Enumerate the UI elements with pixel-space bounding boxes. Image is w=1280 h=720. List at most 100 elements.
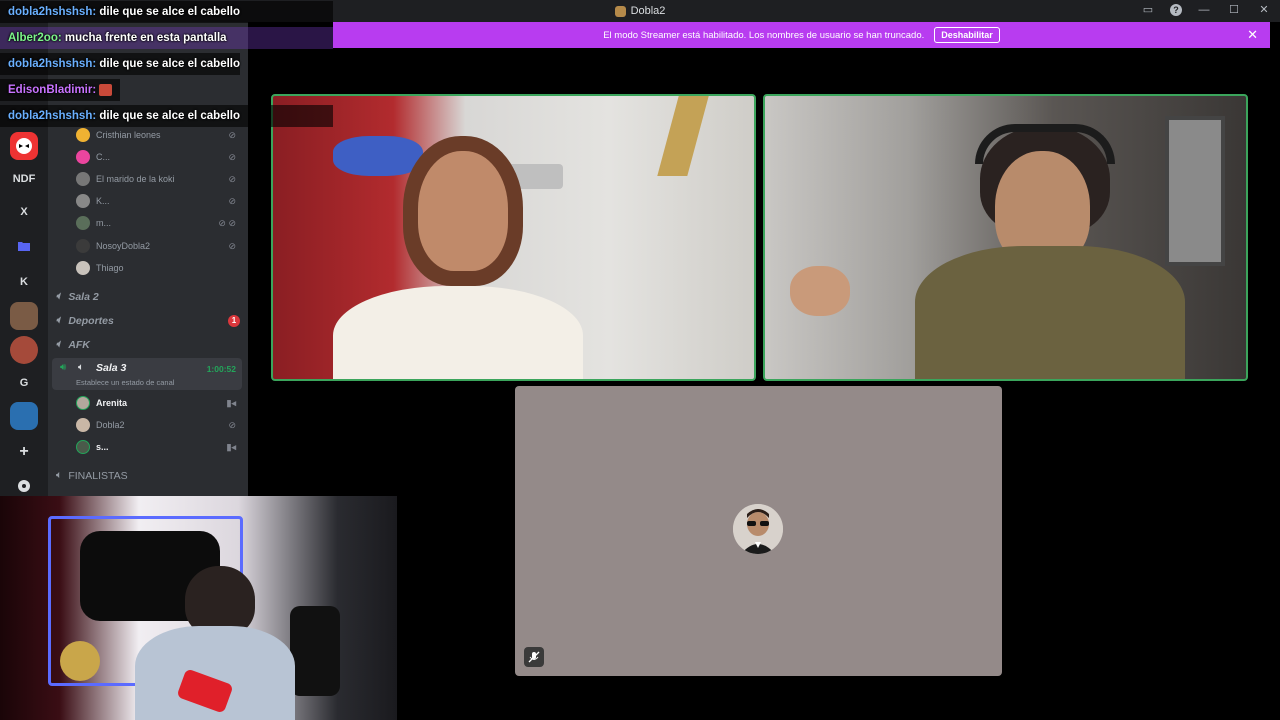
window-title: Dobla2 xyxy=(614,5,666,17)
channel-name: FINALISTAS xyxy=(68,469,128,482)
close-icon[interactable]: ✕ xyxy=(1256,3,1272,16)
voice-user-name: Thiago xyxy=(96,263,124,273)
server-avatar-icon[interactable] xyxy=(10,336,38,364)
avatar xyxy=(76,239,90,253)
voice-user[interactable]: s... ▮◂ xyxy=(76,438,244,456)
video-tile-participant-1[interactable] xyxy=(271,94,756,381)
speaker-icon: 🔈︎ xyxy=(56,314,63,326)
voice-user[interactable]: m... ⊘ ⊘ xyxy=(76,214,244,232)
decor-blue-toy xyxy=(333,136,423,176)
speaker-icon: 🔈︎ xyxy=(78,362,84,373)
chat-message: dobla2hshshsh: dile que se alce el cabel… xyxy=(8,58,240,70)
chat-text: dile que se alce el cabello xyxy=(99,110,241,122)
minimize-icon[interactable]: — xyxy=(1196,4,1212,16)
voice-channel-deportes[interactable]: 🔈︎ Deportes 1 xyxy=(56,314,240,327)
voice-user-name: Dobla2 xyxy=(96,420,125,430)
window-title-text: Dobla2 xyxy=(630,5,666,17)
speaker-icon: 🔈︎ xyxy=(56,338,63,350)
camera-icon: ▮◂ xyxy=(226,441,236,452)
decor-window xyxy=(1165,116,1225,266)
chat-username: EdisonBladimir: xyxy=(8,84,97,97)
voice-user[interactable]: Arenita ▮◂ xyxy=(76,394,244,412)
emote-icon xyxy=(99,84,113,96)
server-avatar-icon[interactable] xyxy=(10,402,38,430)
camera-icon: ▮◂ xyxy=(226,397,236,408)
deafened-icon: ⊘ xyxy=(228,173,236,184)
deafened-icon: ⊘ xyxy=(228,151,236,162)
streamer-facecam xyxy=(0,496,397,720)
unread-badge: 1 xyxy=(228,314,240,327)
chat-text: mucha frente en esta pantalla xyxy=(64,32,227,44)
help-icon[interactable]: ? xyxy=(1170,3,1182,16)
folder-icon[interactable] xyxy=(10,232,38,260)
voice-user-name: NosoyDobla2 xyxy=(96,241,151,251)
server-g[interactable]: G xyxy=(10,369,38,397)
participant-face xyxy=(418,151,508,271)
chat-text: dile que se alce el cabello xyxy=(99,6,241,18)
screen-share-icon[interactable]: ▭ xyxy=(1140,3,1156,16)
voice-channel-sala-2[interactable]: 🔈︎ Sala 2 xyxy=(56,290,99,303)
channel-name: AFK xyxy=(68,338,90,351)
voice-channel-sala-3[interactable]: 🔊︎ 🔈︎ Sala 3 1:00:52 Establece un estado… xyxy=(52,358,242,390)
voice-channel-finalistas[interactable]: 🔈︎ FINALISTAS xyxy=(56,469,128,482)
avatar xyxy=(76,172,90,186)
channel-name: Sala 2 xyxy=(68,290,99,303)
chat-message: dobla2hshshsh: dile que se alce el cabel… xyxy=(8,6,240,18)
speaker-icon: 🔈︎ xyxy=(56,290,63,302)
voice-user-name: K... xyxy=(96,196,110,206)
banner-close-icon[interactable]: ✕ xyxy=(1247,27,1258,43)
video-tile-participant-2[interactable] xyxy=(763,94,1248,381)
video-tile-participant-3[interactable] xyxy=(515,386,1002,676)
spiderman-server-icon[interactable] xyxy=(10,132,38,160)
voice-user[interactable]: Dobla2 ⊘ xyxy=(76,416,244,434)
deafened-icon: ⊘ xyxy=(228,419,236,430)
channel-status[interactable]: Establece un estado de canal xyxy=(76,378,174,387)
server-avatar-icon[interactable] xyxy=(10,302,38,330)
muted-mic-icon xyxy=(524,647,544,667)
speaker-icon: 🔈︎ xyxy=(56,469,63,481)
voice-user[interactable]: Thiago xyxy=(76,259,244,277)
voice-user[interactable]: Cristhian leones ⊘ xyxy=(76,126,244,144)
app-icon xyxy=(614,5,626,17)
avatar xyxy=(76,150,90,164)
disable-streamer-mode-button[interactable]: Deshabilitar xyxy=(934,27,1000,43)
avatar xyxy=(76,128,90,142)
voice-user-name: El marido de la koki xyxy=(96,174,175,184)
voice-user[interactable]: K... ⊘ xyxy=(76,192,244,210)
voice-user-name: s... xyxy=(96,442,109,452)
maximize-icon[interactable]: ☐ xyxy=(1226,3,1242,16)
avatar xyxy=(76,396,90,410)
avatar xyxy=(76,194,90,208)
voice-user-name: m... xyxy=(96,218,111,228)
voice-user[interactable]: El marido de la koki ⊘ xyxy=(76,170,244,188)
server-ndf[interactable]: NDF xyxy=(10,165,38,193)
channel-name: Sala 3 xyxy=(96,362,127,374)
window-controls: ▭ ? — ☐ ✕ xyxy=(1140,3,1272,16)
voice-user-name: Cristhian leones xyxy=(96,130,161,140)
participant-hand xyxy=(790,266,850,316)
add-server-icon[interactable]: + xyxy=(10,438,38,466)
avatar xyxy=(76,216,90,230)
voice-user-name: Arenita xyxy=(96,398,128,408)
voice-user[interactable]: C... ⊘ xyxy=(76,148,244,166)
chat-message: Alber2oo: mucha frente en esta pantalla xyxy=(8,32,227,44)
chat-username: dobla2hshshsh: xyxy=(8,58,97,70)
discord-stream-screen: Dobla2 ▭ ? — ☐ ✕ El modo Streamer está h… xyxy=(0,0,1280,720)
server-k[interactable]: K xyxy=(10,268,38,296)
avatar xyxy=(76,418,90,432)
decor-teletubby xyxy=(60,641,100,681)
streamer-mode-banner: El modo Streamer está habilitado. Los no… xyxy=(333,22,1270,48)
voice-channel-afk[interactable]: 🔈︎ AFK xyxy=(56,338,90,351)
channel-timer: 1:00:52 xyxy=(206,364,236,374)
speaker-icon: 🔊︎ xyxy=(60,362,67,373)
muted-deafened-icon: ⊘ ⊘ xyxy=(218,217,236,228)
voice-user-name: C... xyxy=(96,152,111,162)
voice-user[interactable]: NosoyDobla2 ⊘ xyxy=(76,237,244,255)
avatar xyxy=(733,504,783,554)
chat-username: dobla2hshshsh: xyxy=(8,6,97,18)
headphones-icon xyxy=(975,124,1115,164)
avatar xyxy=(76,261,90,275)
deafened-icon: ⊘ xyxy=(228,129,236,140)
server-x[interactable]: X xyxy=(10,198,38,226)
deafened-icon: ⊘ xyxy=(228,195,236,206)
